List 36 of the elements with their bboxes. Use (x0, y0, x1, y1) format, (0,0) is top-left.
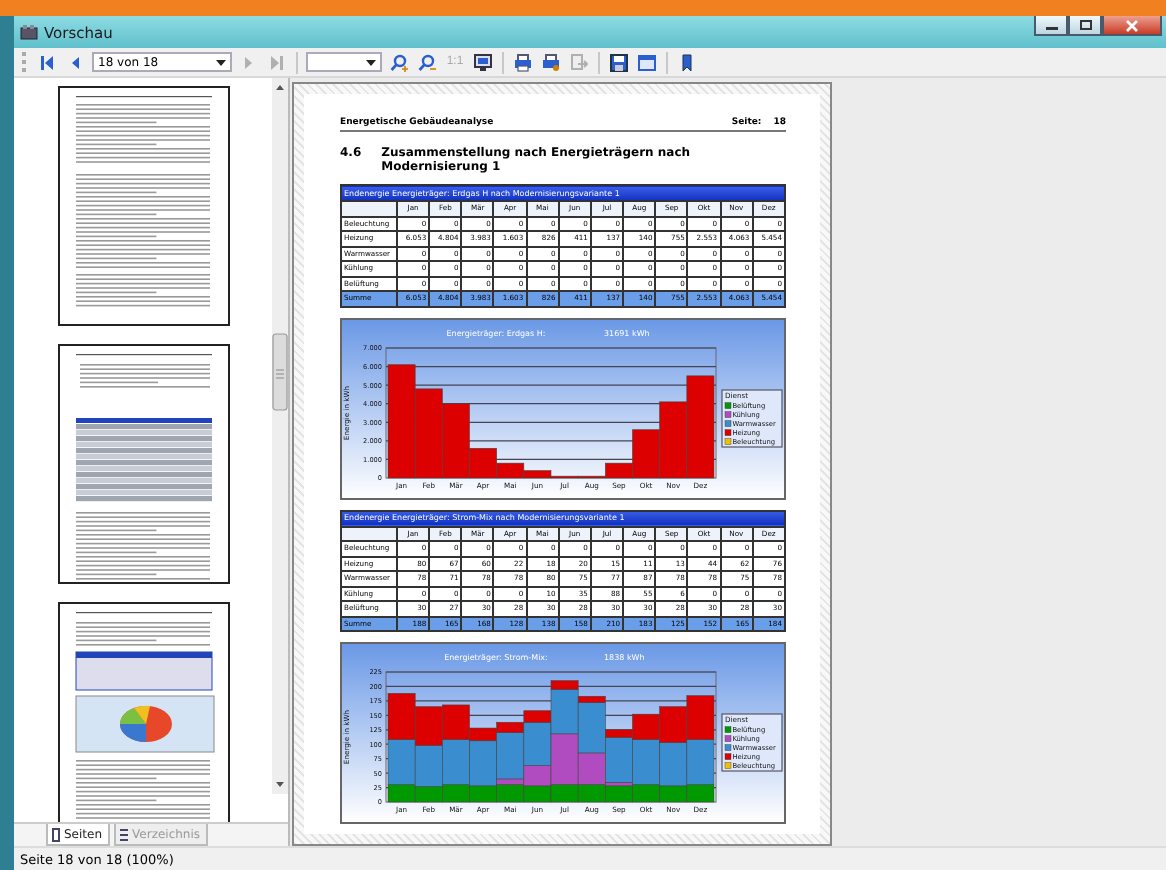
toolbar-grip (22, 52, 30, 72)
page-thumbnail[interactable] (57, 344, 229, 584)
page-setup-button[interactable] (636, 51, 658, 73)
printer-icon (514, 53, 532, 71)
fit-page-button[interactable] (472, 51, 494, 73)
minimize-button[interactable] (1034, 16, 1068, 36)
legend-background (721, 713, 783, 772)
close-button[interactable] (1102, 16, 1162, 36)
maximize-icon (1079, 20, 1091, 30)
maximize-button[interactable] (1068, 16, 1102, 36)
skip-start-icon (38, 53, 56, 71)
magnifier-minus-icon (418, 53, 436, 71)
close-icon (1126, 19, 1138, 31)
printer-icon (542, 53, 560, 71)
page-thumbnail[interactable] (57, 602, 229, 822)
scrollbar[interactable] (272, 78, 288, 794)
app-icon (20, 24, 38, 40)
save-button[interactable] (608, 51, 630, 73)
magnifier-plus-icon (390, 53, 408, 71)
page-thumbnail[interactable] (57, 86, 229, 326)
bookmark-button[interactable] (676, 51, 698, 73)
minimize-icon (1045, 21, 1057, 29)
list-icon (120, 827, 129, 841)
skip-end-icon (268, 53, 286, 71)
zoom-in-button[interactable] (388, 51, 410, 73)
window-icon (638, 53, 656, 71)
print-button[interactable] (512, 51, 534, 73)
caret-icon (366, 59, 376, 65)
pages-icon (52, 827, 60, 841)
bookmark-icon (678, 53, 696, 71)
print-setup-button[interactable] (540, 51, 562, 73)
legend-background (721, 388, 783, 447)
monitor-icon (474, 53, 492, 71)
first-page-button[interactable] (36, 51, 58, 73)
caret-icon (216, 59, 226, 65)
zoom-out-button[interactable] (416, 51, 438, 73)
